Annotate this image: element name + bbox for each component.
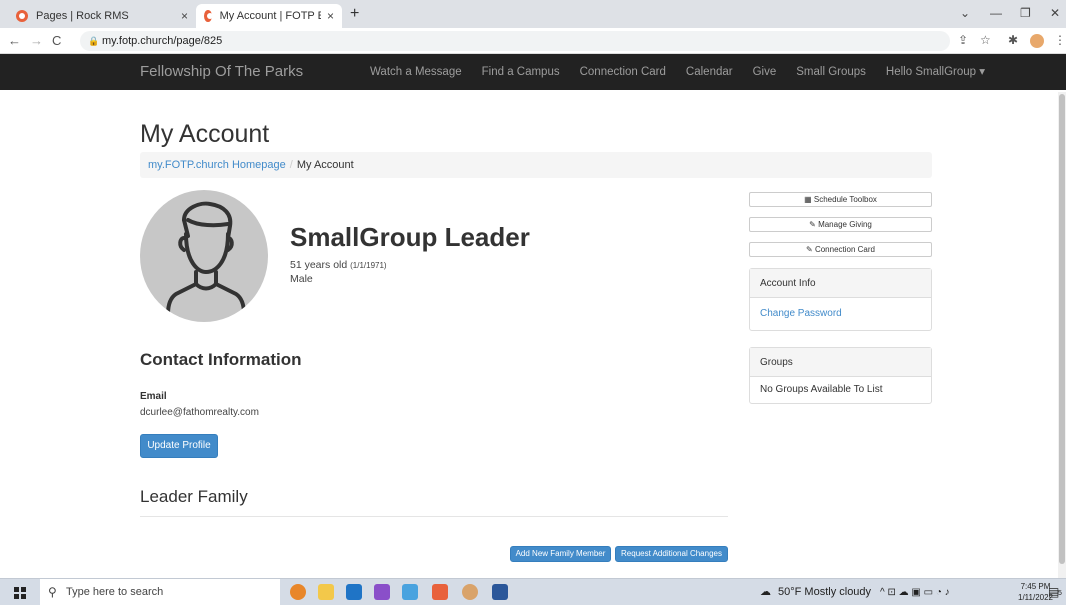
connection-card-button[interactable]: ✎ Connection Card [749,242,932,257]
nav-small-groups[interactable]: Small Groups [796,54,866,90]
breadcrumb-separator: / [289,159,293,171]
schedule-toolbox-label: Schedule Toolbox [813,195,877,204]
pencil-icon: ✎ [809,220,816,229]
outlook-icon[interactable] [346,584,362,600]
schedule-toolbox-button[interactable]: ▦ Schedule Toolbox [749,192,932,207]
close-tab-icon[interactable]: × [181,9,188,23]
account-info-heading: Account Info [750,269,931,298]
taskbar-search-box[interactable]: ⚲ Type here to search [40,579,280,606]
pencil-icon: ✎ [806,245,813,254]
page-title: My Account [140,120,270,148]
nav-user-menu[interactable]: Hello SmallGroup ▾ [886,54,985,90]
contact-info-heading: Contact Information [140,350,302,369]
scrollbar-thumb[interactable] [1059,94,1065,564]
close-window-button[interactable]: ✕ [1050,6,1060,20]
manage-giving-label: Manage Giving [818,220,872,229]
account-info-panel: Account Info Change Password [749,268,932,331]
file-explorer-icon[interactable] [318,584,334,600]
browser-tab-my-account[interactable]: My Account | FOTP External Site × [196,4,342,28]
breadcrumb-current: My Account [296,159,354,171]
person-silhouette-icon [166,201,246,316]
system-tray-icons[interactable]: ^ ⊡ ☁ ▣ ▭ ◔ ♪ [880,579,950,606]
browser-tab-bar: Pages | Rock RMS × My Account | FOTP Ext… [0,0,1066,28]
visual-studio-icon[interactable] [374,584,390,600]
search-placeholder: Type here to search [66,586,164,598]
update-profile-button[interactable]: Update Profile [140,434,218,458]
connection-card-label: Connection Card [814,245,875,254]
reload-icon[interactable]: C [52,33,61,48]
groups-empty-text: No Groups Available To List [760,384,883,395]
tab-title: Pages | Rock RMS [36,10,129,22]
windows-taskbar: ⚲ Type here to search ☁ 50°F Mostly clou… [0,578,1066,606]
account-info-body: Change Password [750,298,931,330]
address-bar-row: ← → C 🔒 my.fotp.church/page/825 ⇪ ☆ ✱ ⋮ [0,28,1066,54]
tab-search-chevron-icon[interactable]: ⌄ [960,6,970,20]
extensions-puzzle-icon[interactable]: ✱ [1008,33,1018,47]
word-icon[interactable] [492,584,508,600]
weather-cloud-icon[interactable]: ☁ [760,579,771,606]
person-gender: Male [290,273,313,285]
divider [140,516,728,517]
tab-title: My Account | FOTP External Site [219,10,321,22]
rock-favicon-icon [204,10,213,22]
request-changes-button[interactable]: Request Additional Changes [615,546,728,562]
search-icon: ⚲ [48,585,57,599]
change-password-link[interactable]: Change Password [760,308,842,319]
forward-icon[interactable]: → [30,33,43,48]
breadcrumb: my.FOTP.church Homepage / My Account [140,152,932,178]
rock-app-icon[interactable] [432,584,448,600]
minimize-button[interactable]: — [990,6,1002,20]
chrome-app-icon[interactable] [290,584,306,600]
restore-button[interactable]: ❐ [1020,6,1031,20]
weather-text[interactable]: 50°F Mostly cloudy [778,579,871,606]
email-label: Email [140,391,167,402]
manage-giving-button[interactable]: ✎ Manage Giving [749,217,932,232]
site-navbar: Fellowship Of The Parks Watch a Message … [0,54,1066,90]
rock-favicon-icon [16,10,28,22]
windows-start-icon[interactable] [14,587,26,599]
nav-give[interactable]: Give [753,54,777,90]
notification-count: 5 [1058,590,1062,597]
nav-calendar[interactable]: Calendar [686,54,733,90]
chrome-profile-icon[interactable] [462,584,478,600]
breadcrumb-home-link[interactable]: my.FOTP.church Homepage [148,159,286,171]
profile-avatar-icon[interactable] [1030,34,1044,48]
nav-find-campus[interactable]: Find a Campus [482,54,560,90]
person-age: 51 years old (1/1/1971) [290,259,387,271]
site-nav-links: Watch a Message Find a Campus Connection… [370,54,985,90]
age-text: 51 years old [290,259,348,271]
browser-tab-rock-rms[interactable]: Pages | Rock RMS × [8,4,196,28]
url-text: my.fotp.church/page/825 [102,35,223,47]
family-heading: Leader Family [140,487,248,506]
nav-watch-message[interactable]: Watch a Message [370,54,462,90]
add-family-member-button[interactable]: Add New Family Member [510,546,611,562]
url-field[interactable]: 🔒 my.fotp.church/page/825 [80,31,950,51]
nav-connection-card[interactable]: Connection Card [580,54,666,90]
page-content: My Account my.FOTP.church Homepage / My Ac… [0,90,1066,578]
person-name: SmallGroup Leader [290,222,530,252]
page-scrollbar[interactable] [1058,92,1066,578]
groups-panel: Groups No Groups Available To List [749,347,932,404]
calendar-icon: ▦ [804,195,812,204]
new-tab-button[interactable]: + [350,5,359,23]
browser-menu-icon[interactable]: ⋮ [1054,33,1066,47]
lock-icon: 🔒 [88,36,100,46]
bookmark-star-icon[interactable]: ☆ [980,33,991,47]
avatar [140,190,268,322]
birthdate-text: (1/1/1971) [350,261,387,270]
groups-heading: Groups [750,348,931,377]
app-icon[interactable] [402,584,418,600]
email-value: dcurlee@fathomrealty.com [140,407,259,418]
close-tab-icon[interactable]: × [327,9,334,23]
site-brand-link[interactable]: Fellowship Of The Parks [140,54,303,90]
share-icon[interactable]: ⇪ [958,33,968,47]
back-icon[interactable]: ← [8,33,21,48]
